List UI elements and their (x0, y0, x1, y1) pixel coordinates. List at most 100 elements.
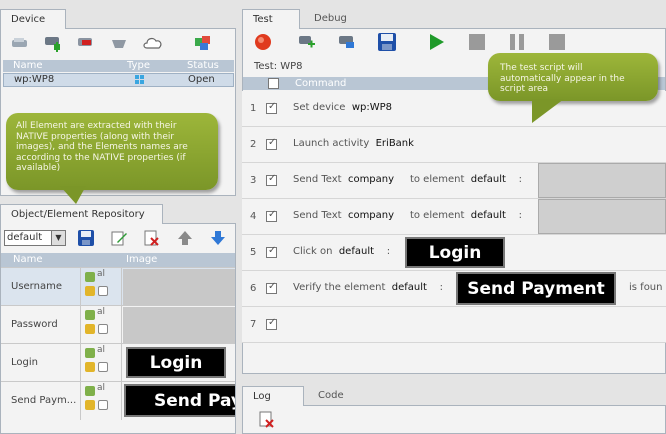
list-item[interactable]: Login al Login (1, 343, 235, 382)
tab-repository[interactable]: Object/Element Repository (0, 204, 163, 224)
text-property-icon: al (97, 345, 106, 355)
step-command: Launch activity EriBank (293, 138, 414, 149)
step-checkbox[interactable] (266, 245, 277, 258)
script-step[interactable]: 4 Send Text company to element default : (242, 199, 666, 235)
element-name: Username (1, 268, 81, 306)
script-step[interactable]: 7 (242, 307, 666, 343)
refresh-icon (98, 362, 108, 372)
refresh-icon (98, 400, 108, 410)
tab-code[interactable]: Code (308, 386, 354, 406)
image-icon (85, 348, 95, 358)
image-icon (85, 272, 95, 282)
move-down-icon[interactable] (208, 229, 228, 247)
element-property-icons: al (82, 382, 122, 420)
step-arg: company (347, 174, 395, 185)
step-verb: Set device (293, 102, 346, 113)
device-settings-icon[interactable] (109, 34, 129, 52)
save-icon[interactable] (76, 229, 96, 247)
remove-command-icon[interactable] (337, 33, 357, 51)
cloud-icon[interactable] (142, 34, 162, 52)
step-element-image: Login (405, 237, 505, 268)
step-number: 6 (250, 283, 257, 294)
step-arg: wp:WP8 (351, 102, 392, 113)
callout-script-area: The test script will automatically appea… (488, 53, 658, 101)
step-checkbox[interactable] (266, 317, 277, 330)
step-command: Send Text company to element default : (293, 174, 522, 185)
repository-dropdown-value: default (7, 232, 43, 243)
step-arg: default (338, 246, 375, 257)
callout-right-pointer (532, 99, 564, 123)
text-property-icon: al (97, 383, 106, 393)
element-image (123, 269, 235, 305)
device-icon[interactable] (10, 34, 30, 52)
step-icon[interactable] (547, 33, 567, 51)
step-element-image (538, 163, 666, 198)
edit-icon[interactable] (109, 229, 129, 247)
element-image (123, 307, 235, 343)
clear-log-icon[interactable] (259, 411, 275, 432)
pause-icon[interactable] (507, 33, 527, 51)
windows-logo-icon (135, 75, 145, 89)
move-up-icon[interactable] (175, 229, 195, 247)
add-device-icon[interactable] (43, 34, 63, 52)
script-step[interactable]: 2 Launch activity EriBank (242, 127, 666, 163)
col-type: Type (127, 60, 150, 71)
device-status: Open (188, 74, 215, 85)
list-item[interactable]: Username al (1, 267, 235, 306)
list-item[interactable]: Password al (1, 305, 235, 344)
step-checkbox[interactable] (266, 209, 277, 222)
record-icon[interactable] (253, 33, 273, 51)
step-checkbox[interactable] (266, 101, 277, 114)
device-toolbar (10, 34, 226, 52)
tab-log[interactable]: Log (242, 386, 304, 406)
device-row[interactable]: wp:WP8 Open (3, 73, 234, 87)
image-icon (85, 386, 95, 396)
star-icon (85, 362, 95, 372)
step-command: Click on default : (293, 246, 390, 257)
step-number: 3 (250, 175, 257, 186)
step-verb: Verify the element (293, 282, 386, 293)
device-reflection-icon[interactable] (193, 34, 213, 52)
step-separator: : (518, 174, 523, 185)
tab-test[interactable]: Test (242, 9, 300, 29)
script-step[interactable]: 6 Verify the element default : Send Paym… (242, 271, 666, 307)
col-name: Name (13, 60, 43, 71)
repository-grid-header: Name Image (1, 253, 235, 267)
play-icon[interactable] (427, 33, 447, 51)
element-name: Password (1, 306, 81, 344)
header-check[interactable] (268, 78, 279, 89)
star-icon (85, 286, 95, 296)
delete-icon[interactable] (142, 229, 162, 247)
remove-device-icon[interactable] (76, 34, 96, 52)
list-item[interactable]: Send Paym... al Send Payn (1, 381, 235, 420)
step-number: 2 (250, 139, 257, 150)
step-checkbox[interactable] (266, 173, 277, 186)
test-title: Test: WP8 (254, 61, 303, 72)
element-image: Send Payn (124, 384, 235, 417)
stop-icon[interactable] (467, 33, 487, 51)
refresh-icon (98, 286, 108, 296)
repository-dropdown[interactable]: default ▼ (4, 230, 66, 246)
col-image: Image (126, 254, 158, 265)
step-checkbox[interactable] (266, 137, 277, 150)
chevron-down-icon: ▼ (51, 231, 65, 245)
device-grid-header: Name Type Status (3, 60, 234, 72)
add-command-icon[interactable] (297, 33, 317, 51)
col-command: Command (295, 78, 347, 89)
tab-debug[interactable]: Debug (304, 9, 357, 29)
step-number: 5 (250, 247, 257, 258)
save-icon[interactable] (377, 33, 397, 51)
step-connector: to element (409, 174, 465, 185)
step-checkbox[interactable] (266, 281, 277, 294)
step-suffix: is foun (629, 282, 663, 293)
callout-right-text: The test script will automatically appea… (500, 63, 625, 94)
tab-device[interactable]: Device (0, 9, 66, 29)
step-separator: : (518, 210, 523, 221)
step-arg: default (391, 282, 427, 293)
script-step[interactable]: 3 Send Text company to element default : (242, 163, 666, 199)
step-command: Verify the element default : (293, 282, 443, 293)
col-name: Name (13, 254, 43, 265)
script-step[interactable]: 5 Click on default : Login (242, 235, 666, 271)
step-verb: Launch activity (293, 138, 370, 149)
text-property-icon: al (97, 269, 106, 279)
